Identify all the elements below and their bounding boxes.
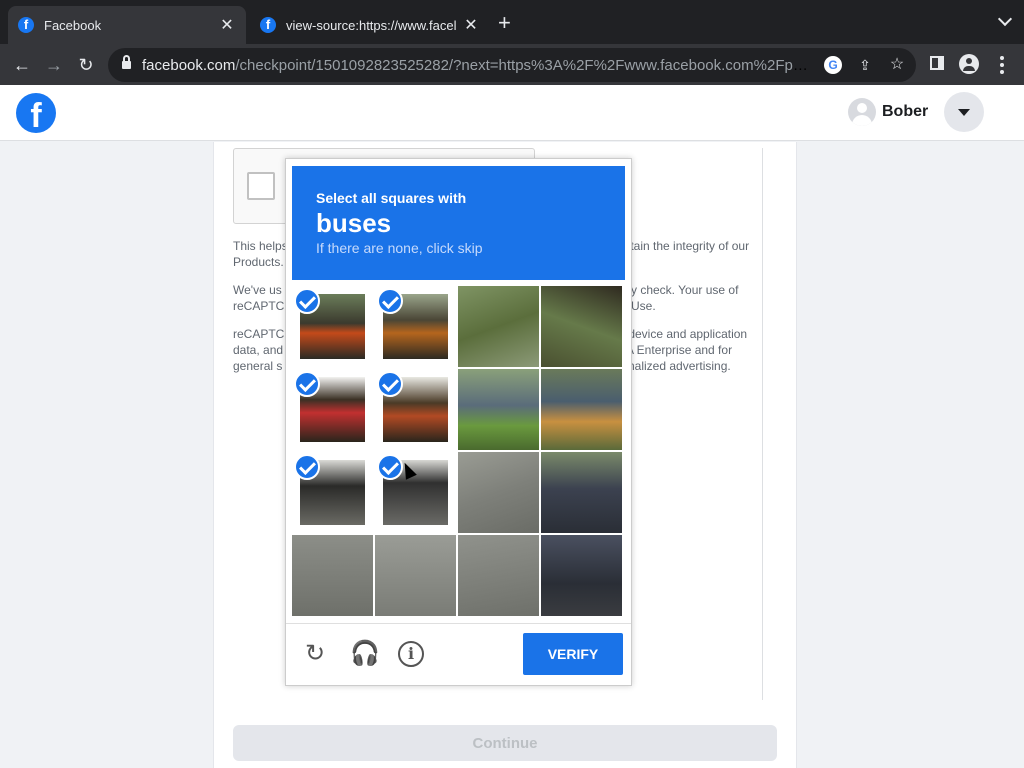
facebook-logo-icon[interactable]: f: [16, 93, 56, 133]
browser-toolbar: ← → ↻ facebook.com/checkpoint/1501092823…: [0, 44, 1024, 85]
captcha-tile-image: [375, 535, 456, 616]
url-host: facebook.com: [142, 57, 236, 74]
policy-text: A Enterprise and for: [626, 343, 733, 357]
tab-view-source[interactable]: f view-source:https://www.facel ✕: [250, 6, 490, 44]
captcha-tile[interactable]: [458, 452, 539, 533]
captcha-tile-image: [541, 369, 622, 450]
headphones-icon[interactable]: 🎧: [350, 641, 380, 667]
captcha-tile-image: [292, 535, 373, 616]
close-tab-icon[interactable]: ✕: [218, 15, 236, 35]
reload-icon[interactable]: ↻: [302, 641, 328, 667]
user-name: Bober: [882, 103, 929, 120]
tab-title: view-source:https://www.facel: [286, 17, 457, 33]
image-grid: [292, 286, 624, 618]
recaptcha-challenge: Select all squares with buses If there a…: [285, 158, 632, 686]
captcha-tile[interactable]: [458, 286, 539, 367]
captcha-tile[interactable]: [375, 286, 456, 367]
policy-text: nalized advertising.: [628, 359, 731, 373]
policy-text: general s: [233, 359, 283, 373]
reload-icon[interactable]: ↻: [74, 53, 98, 77]
policy-text: This helps: [233, 239, 288, 253]
captcha-tile[interactable]: [458, 535, 539, 616]
share-icon[interactable]: ⇪: [856, 56, 874, 74]
captcha-tile[interactable]: [458, 369, 539, 450]
sidepanel-icon[interactable]: [930, 56, 944, 70]
account-menu-button[interactable]: [944, 92, 984, 132]
policy-text: data, and: [233, 343, 284, 357]
captcha-tile-image: [458, 535, 539, 616]
user-profile-link[interactable]: Bober: [848, 98, 928, 126]
policy-text: y check. Your use of: [631, 283, 739, 297]
checkmark-icon: [377, 454, 403, 480]
checkmark-icon: [377, 288, 403, 314]
continue-button[interactable]: Continue: [233, 725, 777, 761]
tab-search-chevron-icon[interactable]: [997, 11, 1013, 27]
address-bar[interactable]: facebook.com/checkpoint/1501092823525282…: [108, 48, 916, 82]
captcha-tile[interactable]: [541, 369, 622, 450]
divider: [286, 623, 631, 624]
facebook-favicon-icon: f: [260, 17, 276, 33]
recaptcha-checkbox[interactable]: [247, 172, 275, 200]
captcha-tile[interactable]: [541, 452, 622, 533]
url-text[interactable]: facebook.com/checkpoint/1501092823525282…: [142, 57, 812, 74]
checkmark-icon: [294, 371, 320, 397]
policy-text: We've us: [233, 283, 282, 297]
challenge-instruction: Select all squares with: [316, 190, 467, 206]
forward-icon[interactable]: →: [42, 53, 66, 77]
captcha-tile[interactable]: [292, 452, 373, 533]
policy-text: Products.: [233, 255, 284, 269]
captcha-tile[interactable]: [375, 369, 456, 450]
url-path: /checkpoint/1501092823525282/?next=https…: [235, 57, 812, 74]
captcha-tile[interactable]: [375, 452, 456, 533]
lock-icon[interactable]: [122, 55, 131, 70]
checkmark-icon: [377, 371, 403, 397]
challenge-target: buses: [316, 208, 392, 238]
avatar: [848, 98, 876, 126]
star-icon[interactable]: ☆: [888, 56, 906, 74]
captcha-tile[interactable]: [541, 535, 622, 616]
captcha-tile-image: [541, 286, 622, 367]
verify-button[interactable]: VERIFY: [523, 633, 623, 675]
challenge-header: Select all squares with buses If there a…: [292, 166, 625, 280]
tab-title: Facebook: [44, 17, 102, 33]
browser-tab-bar: f Facebook ✕ f view-source:https://www.f…: [0, 0, 1024, 44]
captcha-tile-image: [458, 286, 539, 367]
policy-text: reCAPTC: [233, 327, 285, 341]
tab-facebook[interactable]: f Facebook ✕: [8, 6, 246, 44]
captcha-tile[interactable]: [292, 369, 373, 450]
captcha-tile[interactable]: [292, 286, 373, 367]
policy-text: intain the integrity of our: [621, 239, 750, 253]
captcha-tile[interactable]: [541, 286, 622, 367]
close-tab-icon[interactable]: ✕: [462, 15, 480, 35]
back-icon[interactable]: ←: [10, 53, 34, 77]
challenge-hint: If there are none, click skip: [316, 240, 483, 256]
checkmark-icon: [294, 288, 320, 314]
divider: [762, 148, 763, 700]
policy-text: Use.: [631, 299, 656, 313]
policy-text: s device and application: [619, 327, 748, 341]
captcha-tile[interactable]: [292, 535, 373, 616]
new-tab-button[interactable]: +: [498, 12, 511, 34]
captcha-tile-image: [541, 535, 622, 616]
google-icon[interactable]: G: [824, 56, 842, 74]
info-icon[interactable]: i: [398, 641, 424, 667]
captcha-tile-image: [458, 369, 539, 450]
facebook-favicon-icon: f: [18, 17, 34, 33]
menu-icon[interactable]: [1000, 56, 1004, 74]
captcha-tile[interactable]: [375, 535, 456, 616]
captcha-tile-image: [541, 452, 622, 533]
captcha-tile-image: [458, 452, 539, 533]
checkmark-icon: [294, 454, 320, 480]
facebook-header: f Bober: [0, 85, 1024, 141]
policy-text: reCAPTC: [233, 299, 285, 313]
profile-icon[interactable]: [959, 54, 979, 74]
